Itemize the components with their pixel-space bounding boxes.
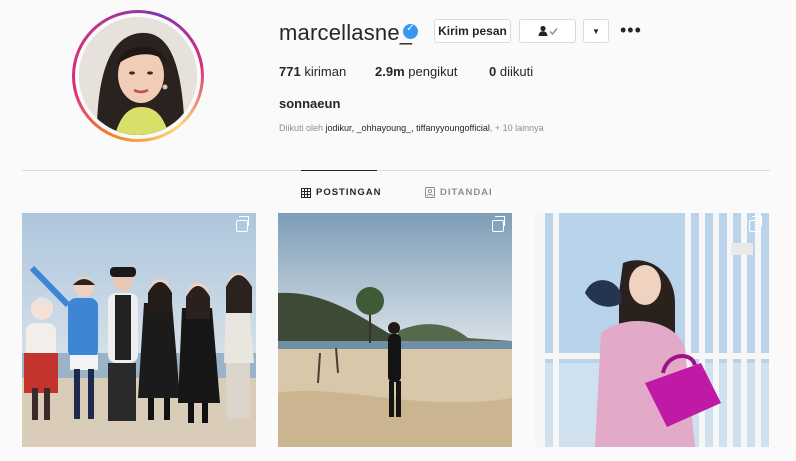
post-thumbnail-3[interactable] (535, 213, 769, 447)
followed-by[interactable]: Diikuti oleh jodikur, _ohhayoung_, tiffa… (279, 123, 544, 133)
following-button[interactable] (519, 19, 576, 43)
person-check-icon (538, 25, 558, 36)
tab-tagged-label: DITANDAI (440, 187, 493, 198)
grid-icon (301, 187, 311, 198)
tab-posts-label: POSTINGAN (316, 187, 382, 198)
carousel-icon (749, 216, 762, 232)
send-message-button[interactable]: Kirim pesan (434, 19, 511, 43)
carousel-icon (492, 216, 505, 232)
posts-label: kiriman (304, 64, 347, 79)
followers-count: 2.9m (375, 64, 405, 79)
post-thumbnail-1[interactable] (22, 213, 256, 447)
post-1-photo (22, 213, 256, 447)
followers-label: pengikut (408, 64, 458, 79)
verified-badge-icon: ✓ (403, 23, 418, 39)
more-options-icon[interactable]: ••• (620, 21, 642, 39)
tab-posts[interactable]: POSTINGAN (301, 187, 381, 198)
following-count: 0 (489, 64, 497, 79)
chevron-down-icon: ▼ (592, 26, 600, 36)
profile-avatar-ring[interactable] (72, 10, 204, 142)
followed-by-names: jodikur, _ohhayoung_, tiffanyyoungoffici… (325, 123, 490, 133)
following-stat[interactable]: 0 diikuti (489, 64, 533, 79)
username: marcellasne_ (279, 20, 413, 45)
avatar-inner-border (75, 13, 201, 139)
post-thumbnail-2[interactable] (278, 213, 512, 447)
avatar-illustration (79, 17, 197, 135)
send-message-label: Kirim pesan (438, 24, 507, 38)
followers-stat[interactable]: 2.9m pengikut (375, 64, 457, 79)
posts-stat: 771 kiriman (279, 64, 346, 79)
post-2-photo (278, 213, 512, 447)
carousel-icon (236, 216, 249, 232)
suggestions-dropdown-button[interactable]: ▼ (583, 19, 609, 43)
tabs-divider (22, 170, 770, 171)
avatar (79, 17, 197, 135)
full-name: sonnaeun (279, 96, 341, 111)
following-label: diikuti (499, 64, 534, 79)
followed-by-prefix: Diikuti oleh (279, 123, 324, 133)
followed-by-more: , + 10 lainnya (489, 123, 544, 133)
posts-count: 771 (279, 64, 301, 79)
active-tab-indicator (301, 170, 377, 171)
post-3-photo (535, 213, 769, 447)
tab-tagged[interactable]: DITANDAI (425, 187, 493, 198)
tagged-icon (425, 187, 435, 198)
